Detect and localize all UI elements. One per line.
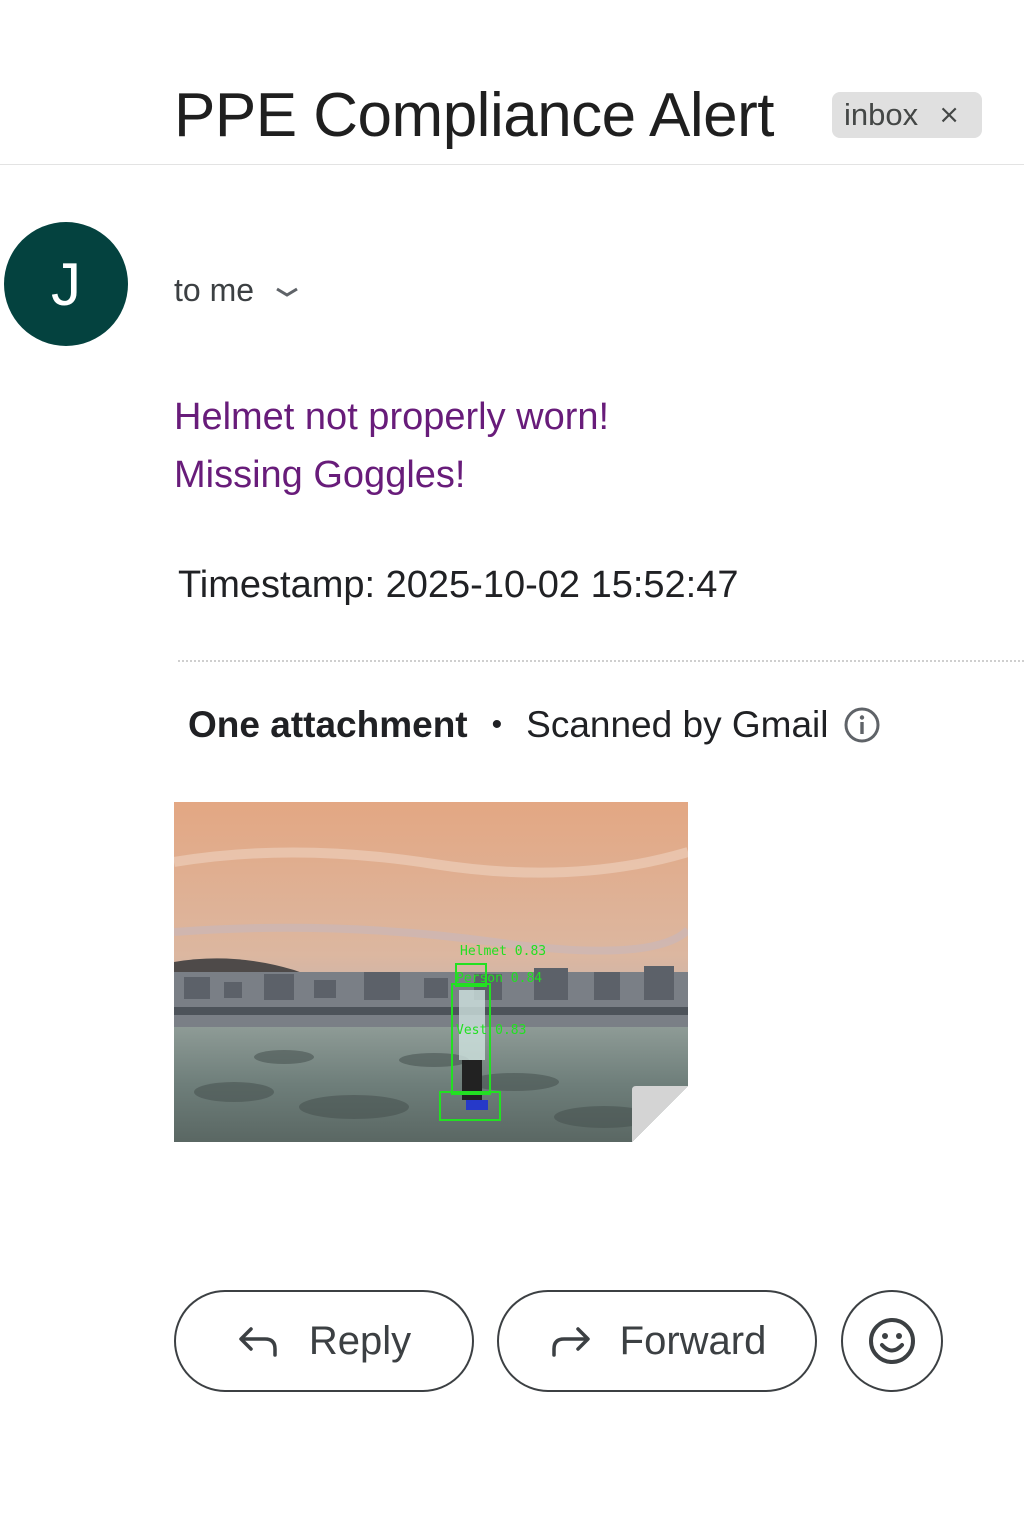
attachment-thumbnail[interactable]: Helmet 0.83 Person 0.84 Vest 0.83 — [174, 802, 688, 1142]
separator-dot: • — [491, 708, 503, 741]
forward-button[interactable]: Forward — [497, 1290, 817, 1392]
email-subject: PPE Compliance Alert — [174, 81, 774, 150]
recipient-details[interactable]: to me — [174, 272, 300, 309]
smiley-icon — [869, 1318, 915, 1364]
inbox-label-chip[interactable]: inbox × — [832, 92, 982, 138]
reply-arrow-icon — [239, 1327, 277, 1357]
scanned-by-gmail: Scanned by Gmail — [526, 704, 829, 745]
alert-goggles: Missing Goggles! — [174, 454, 466, 496]
attachment-count: One attachment — [188, 704, 468, 745]
alert-helmet: Helmet not properly worn! — [174, 396, 610, 438]
reply-button[interactable]: Reply — [174, 1290, 474, 1392]
sender-avatar[interactable]: J — [4, 222, 128, 346]
timestamp: Timestamp: 2025-10-02 15:52:47 — [178, 564, 739, 607]
attachments-header: One attachment • Scanned by Gmail — [188, 704, 882, 746]
info-icon[interactable] — [842, 705, 882, 745]
remove-label-icon[interactable]: × — [938, 100, 960, 130]
timestamp-value: 2025-10-02 15:52:47 — [385, 564, 739, 606]
detection-label-helmet: Helmet 0.83 — [460, 944, 546, 959]
attachment-image: Helmet 0.83 Person 0.84 Vest 0.83 — [174, 802, 688, 1142]
recipient-text: to me — [174, 272, 255, 308]
reply-label: Reply — [308, 1318, 412, 1363]
detection-label-person: Person 0.84 — [456, 971, 542, 986]
timestamp-label: Timestamp: — [178, 564, 376, 606]
header-divider — [0, 164, 1024, 165]
attachments-divider — [178, 660, 1024, 662]
forward-arrow-icon — [551, 1327, 590, 1357]
detection-label-vest: Vest 0.83 — [456, 1023, 526, 1038]
label-text: inbox — [844, 97, 919, 132]
chevron-down-icon[interactable] — [274, 283, 300, 299]
emoji-reaction-button[interactable] — [841, 1290, 943, 1392]
forward-label: Forward — [619, 1318, 767, 1363]
